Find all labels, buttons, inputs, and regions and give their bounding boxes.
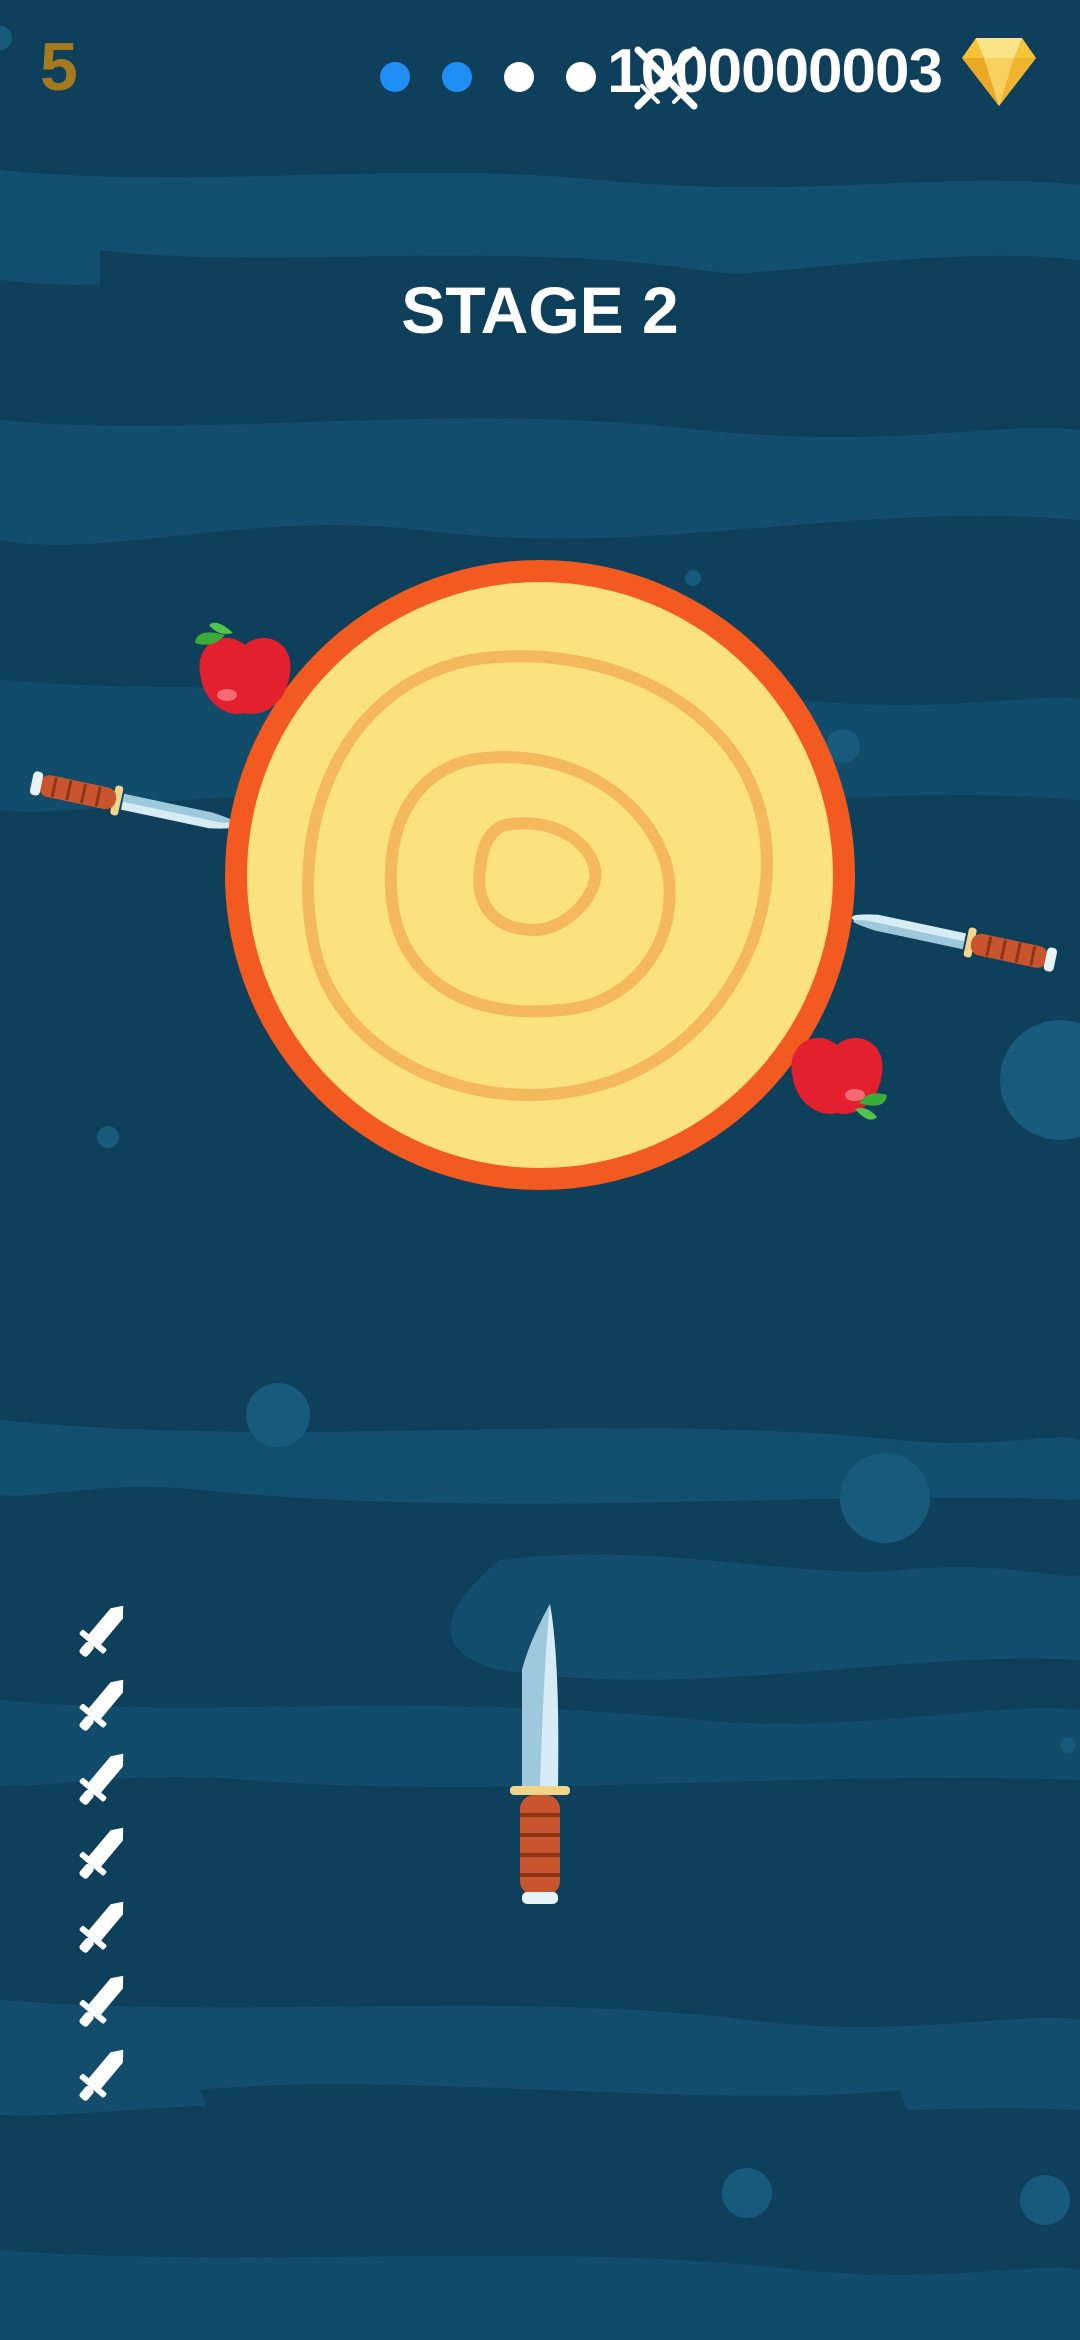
knife-remaining-icon (79, 1753, 124, 1805)
stuck-knife (851, 914, 1058, 972)
apple (195, 622, 291, 714)
player-knife[interactable] (500, 1600, 580, 1910)
knife-remaining-icon (79, 2049, 124, 2101)
knife-remaining-icon (79, 1605, 124, 1657)
knives-remaining (62, 1600, 142, 2106)
game-screen[interactable]: 5 1000000003 STAGE 2 (0, 0, 1080, 2340)
knife-remaining-icon (79, 1827, 124, 1879)
wood-log-target (29, 560, 1058, 1190)
stuck-knife (29, 771, 236, 829)
knife-remaining-icon (79, 1975, 124, 2027)
apple (791, 1037, 887, 1120)
knife-remaining-icon (79, 1679, 124, 1731)
knife-remaining-icon (79, 1901, 124, 1953)
